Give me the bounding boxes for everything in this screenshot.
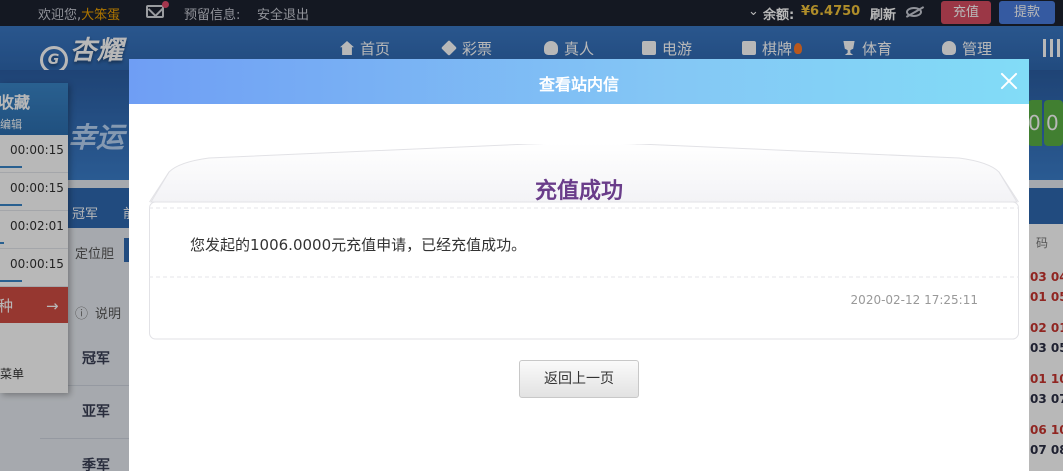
back-button[interactable]: 返回上一页: [519, 360, 639, 398]
message-modal: 查看站内信 充值成功 您发起的1006.0000元充值申请，已经充值成功。 20…: [129, 59, 1029, 471]
modal-title: 查看站内信: [538, 75, 619, 94]
message-title: 充值成功: [534, 179, 623, 204]
message-timestamp: 2020-02-12 17:25:11: [850, 293, 978, 307]
modal-header: 查看站内信: [129, 59, 1029, 104]
close-icon[interactable]: [997, 69, 1021, 93]
message-body: 您发起的1006.0000元充值申请，已经充值成功。: [190, 236, 527, 254]
